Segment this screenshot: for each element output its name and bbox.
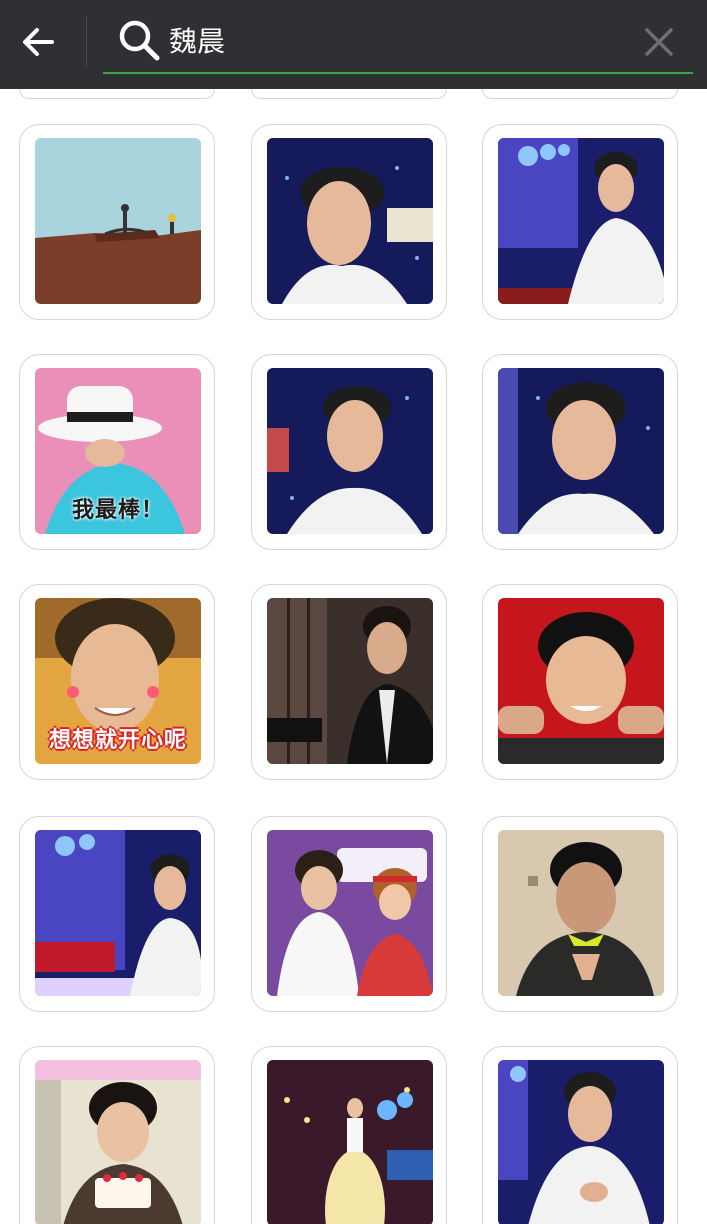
clear-icon[interactable] (639, 22, 679, 62)
sticker-image (498, 138, 664, 304)
sticker-card[interactable] (251, 124, 447, 320)
sticker-image (498, 598, 664, 764)
previous-row-card (251, 89, 447, 99)
sticker-card[interactable] (482, 1046, 678, 1224)
sticker-image (267, 138, 433, 304)
sticker-card[interactable] (251, 584, 447, 780)
sticker-card[interactable] (251, 354, 447, 550)
sticker-image (498, 1060, 664, 1224)
sticker-image (267, 1060, 433, 1224)
sticker-card[interactable] (19, 816, 215, 1012)
back-button[interactable] (16, 20, 60, 64)
sticker-image (498, 830, 664, 996)
sticker-caption: 想想就开心呢 (48, 728, 187, 753)
sticker-image: 想想就开心呢 (35, 598, 201, 764)
sticker-card[interactable] (251, 816, 447, 1012)
sticker-image (267, 598, 433, 764)
sticker-grid: 我最棒！ 想想就开心呢 (0, 89, 707, 1224)
sticker-image: 我最棒！ (35, 368, 201, 534)
search-icon (119, 20, 160, 61)
previous-row-card (482, 89, 678, 99)
sticker-image (267, 368, 433, 534)
sticker-card[interactable] (482, 124, 678, 320)
sticker-card[interactable] (19, 1046, 215, 1224)
sticker-image (498, 368, 664, 534)
sticker-card[interactable] (19, 124, 215, 320)
search-toolbar (0, 0, 707, 89)
sticker-card[interactable] (482, 354, 678, 550)
sticker-card[interactable] (482, 584, 678, 780)
search-input[interactable] (169, 20, 609, 60)
sticker-card[interactable]: 想想就开心呢 (19, 584, 215, 780)
sticker-image (267, 830, 433, 996)
sticker-card[interactable] (482, 816, 678, 1012)
sticker-image (35, 138, 201, 304)
sticker-caption: 我最棒！ (71, 498, 164, 523)
sticker-card[interactable]: 我最棒！ (19, 354, 215, 550)
sticker-card[interactable] (251, 1046, 447, 1224)
sticker-image (35, 1060, 201, 1224)
back-arrow-icon (23, 28, 54, 56)
sticker-image (35, 830, 201, 996)
search-box[interactable] (103, 10, 693, 74)
previous-row-card (19, 89, 215, 99)
toolbar-divider (86, 16, 87, 66)
